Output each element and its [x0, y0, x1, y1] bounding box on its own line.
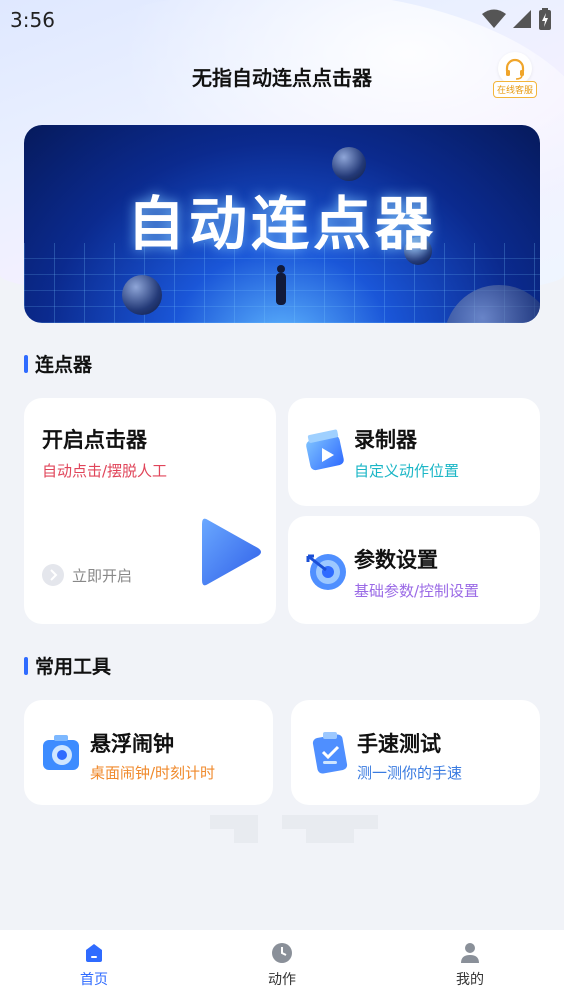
nav-item-actions[interactable]: 动作 — [242, 942, 322, 989]
clipboard-icon — [312, 732, 348, 774]
ad-placeholder — [210, 815, 378, 845]
clock-icon — [272, 943, 292, 963]
nav-label-home: 首页 — [80, 972, 108, 988]
online-service-button[interactable]: 在线客服 — [493, 52, 538, 98]
speed-card-title: 手速测试 — [357, 732, 441, 756]
recorder-icon — [306, 429, 344, 471]
clicker-card-title: 开启点击器 — [42, 428, 147, 452]
nav-label-actions: 动作 — [268, 972, 296, 988]
clicker-card-subtitle: 自动点击/摆脱人工 — [42, 462, 168, 480]
banner-orb — [122, 275, 162, 315]
alarm-card-title: 悬浮闹钟 — [90, 732, 174, 756]
section-marker — [24, 354, 28, 373]
banner-orb — [332, 147, 366, 181]
section-title-tools: 常用工具 — [24, 652, 111, 679]
nav-item-profile[interactable]: 我的 — [430, 942, 510, 989]
signal-icon — [513, 10, 531, 28]
status-icons — [482, 8, 552, 30]
nav-item-home[interactable]: 首页 — [54, 942, 134, 989]
battery-icon — [539, 8, 551, 30]
home-icon — [86, 944, 102, 962]
clicker-card[interactable]: 开启点击器 自动点击/摆脱人工 立即开启 — [24, 398, 276, 624]
speed-test-card[interactable]: 手速测试 测一测你的手速 — [291, 700, 540, 805]
alarm-card[interactable]: 悬浮闹钟 桌面闹钟/时刻计时 — [24, 700, 273, 805]
params-card-subtitle: 基础参数/控制设置 — [354, 582, 480, 600]
chevron-right-icon — [42, 564, 64, 586]
alarm-card-subtitle: 桌面闹钟/时刻计时 — [90, 764, 216, 782]
params-card-title: 参数设置 — [354, 548, 438, 572]
target-icon — [306, 554, 346, 590]
app-title: 无指自动连点点击器 — [192, 66, 372, 90]
section-marker — [24, 656, 28, 675]
speed-card-subtitle: 测一测你的手速 — [357, 764, 463, 782]
start-now-button[interactable]: 立即开启 — [42, 564, 132, 586]
params-card[interactable]: 参数设置 基础参数/控制设置 — [288, 516, 540, 624]
user-icon — [461, 943, 479, 963]
nav-label-profile: 我的 — [456, 972, 484, 988]
wifi-icon — [482, 9, 506, 28]
online-service-label: 在线客服 — [493, 81, 538, 98]
status-time: 3:56 — [10, 8, 55, 32]
section-title-text: 常用工具 — [35, 656, 112, 678]
alarm-clock-icon — [43, 735, 79, 770]
recorder-card-title: 录制器 — [354, 428, 417, 452]
play-icon — [202, 518, 261, 586]
section-title-text: 连点器 — [35, 354, 93, 376]
banner-title: 自动连点器 — [126, 190, 437, 258]
section-title-clicker: 连点器 — [24, 350, 92, 377]
runner-figure — [276, 265, 286, 305]
recorder-card-subtitle: 自定义动作位置 — [354, 462, 460, 480]
banner[interactable]: 自动连点器 — [24, 125, 540, 323]
recorder-card[interactable]: 录制器 自定义动作位置 — [288, 398, 540, 506]
bottom-nav: 首页 动作 我的 — [0, 930, 564, 1002]
start-now-label: 立即开启 — [72, 566, 133, 585]
status-bar: 3:56 — [0, 0, 564, 40]
